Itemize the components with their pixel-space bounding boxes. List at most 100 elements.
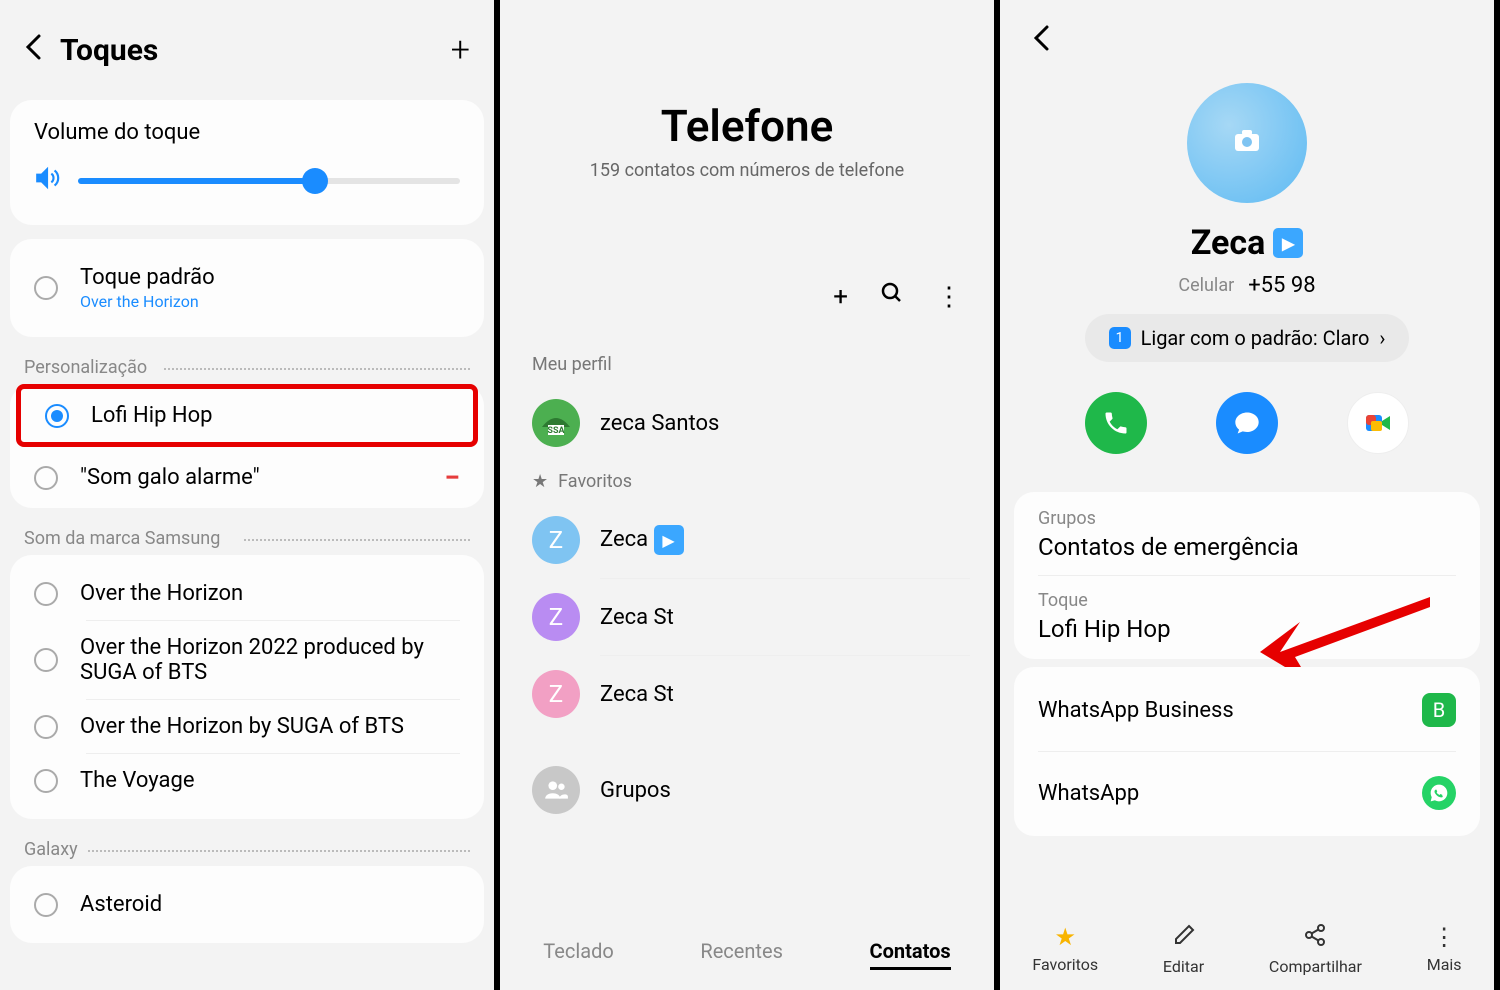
remove-icon[interactable]: −	[444, 461, 460, 494]
tab-favorites[interactable]: ★ Favoritos	[1032, 923, 1098, 976]
add-icon[interactable]: +	[451, 30, 470, 70]
contact-avatar[interactable]	[1187, 83, 1307, 203]
contact-bottom-tabs: ★ Favoritos Editar Compartilhar ⋮ Mais	[1000, 909, 1494, 990]
video-call-button[interactable]	[1347, 392, 1409, 454]
radio-unchecked[interactable]	[34, 648, 58, 672]
radio-unchecked[interactable]	[34, 715, 58, 739]
chevron-right-icon: ›	[1379, 326, 1385, 350]
groups-label: Grupos	[1038, 508, 1456, 529]
groups-value[interactable]: Contatos de emergência	[1038, 533, 1456, 561]
profile-row[interactable]: SSA zeca Santos	[524, 385, 970, 461]
phone-number: +55 98	[1248, 273, 1315, 298]
ringtone-label: Over the Horizon by SUGA of BTS	[80, 714, 404, 739]
volume-icon	[34, 165, 60, 197]
section-galaxy: Galaxy	[0, 833, 494, 866]
volume-card: Volume do toque	[10, 100, 484, 225]
back-icon[interactable]	[24, 33, 42, 68]
favorite-row[interactable]: Z Zeca St	[524, 656, 970, 732]
tab-keyboard[interactable]: Teclado	[543, 939, 613, 970]
lofi-ringtone-item[interactable]: Lofi Hip Hop	[21, 389, 473, 442]
section-favorites: ★ Favoritos	[532, 471, 962, 492]
camera-icon	[1233, 129, 1261, 158]
groups-icon	[532, 766, 580, 814]
radio-unchecked[interactable]	[34, 582, 58, 606]
ringtone-item[interactable]: Over the Horizon	[10, 567, 484, 620]
section-my-profile: Meu perfil	[532, 354, 962, 375]
phone-subtitle: 159 contatos com números de telefone	[524, 160, 970, 181]
favorite-row[interactable]: Z Zeca ▶	[524, 502, 970, 578]
ringtone-label: Asteroid	[80, 892, 162, 917]
tab-contacts[interactable]: Contatos	[870, 939, 951, 970]
message-button[interactable]	[1216, 392, 1278, 454]
ringtone-card-default: Toque padrão Over the Horizon	[10, 239, 484, 337]
contact-name: zeca Santos	[600, 411, 719, 436]
ringtone-label: Lofi Hip Hop	[91, 403, 213, 428]
whatsapp-business-icon: B	[1422, 693, 1456, 727]
contact-name: Zeca ▶	[600, 525, 684, 555]
favorite-row[interactable]: Z Zeca St	[524, 579, 970, 655]
radio-unchecked[interactable]	[34, 276, 58, 300]
tone-value[interactable]: Lofi Hip Hop	[1038, 615, 1456, 643]
search-icon[interactable]	[880, 281, 904, 312]
tab-more[interactable]: ⋮ Mais	[1427, 923, 1462, 976]
ringtone-item[interactable]: The Voyage	[10, 754, 484, 807]
phone-title: Telefone	[524, 100, 970, 152]
tone-label: Toque	[1038, 590, 1456, 611]
ringtones-panel: Toques + Volume do toque Toque padrão Ov…	[0, 0, 500, 990]
play-badge-icon: ▶	[654, 525, 684, 555]
more-icon: ⋮	[1432, 923, 1456, 951]
highlight-annotation: Lofi Hip Hop	[16, 384, 478, 447]
tab-share[interactable]: Compartilhar	[1269, 923, 1362, 976]
radio-unchecked[interactable]	[34, 769, 58, 793]
tab-recent[interactable]: Recentes	[700, 939, 783, 970]
whatsapp-row[interactable]: WhatsApp	[1038, 766, 1456, 820]
star-icon: ★	[1054, 923, 1076, 951]
call-button[interactable]	[1085, 392, 1147, 454]
contact-info-card: Grupos Contatos de emergência Toque Lofi…	[1014, 492, 1480, 659]
play-badge-icon: ▶	[1273, 228, 1303, 258]
star-icon: ★	[532, 471, 548, 492]
ringtone-label: The Voyage	[80, 768, 195, 793]
phone-type-label: Celular	[1178, 275, 1234, 296]
contact-name: Zeca ▶	[1191, 223, 1304, 263]
radio-checked[interactable]	[45, 404, 69, 428]
pencil-icon	[1172, 923, 1196, 953]
volume-slider[interactable]	[78, 178, 460, 184]
bottom-tabs: Teclado Recentes Contatos	[500, 919, 994, 990]
ringtone-sub: Over the Horizon	[80, 292, 215, 311]
ringtone-label: "Som galo alarme"	[80, 465, 260, 490]
whatsapp-icon	[1422, 776, 1456, 810]
radio-unchecked[interactable]	[34, 893, 58, 917]
groups-label: Grupos	[600, 778, 671, 803]
contact-avatar: Z	[532, 670, 580, 718]
phone-panel: Telefone 159 contatos com números de tel…	[500, 0, 1000, 990]
ringtone-item[interactable]: Over the Horizon 2022 produced by SUGA o…	[10, 621, 484, 699]
add-contact-icon[interactable]: +	[833, 282, 848, 312]
share-icon	[1303, 923, 1327, 953]
back-icon[interactable]	[1000, 0, 1494, 83]
ringtone-item[interactable]: Asteroid	[10, 878, 484, 931]
radio-unchecked[interactable]	[34, 466, 58, 490]
page-title: Toques	[60, 33, 158, 68]
ringtone-label: Toque padrão	[80, 265, 215, 290]
tab-edit[interactable]: Editar	[1163, 923, 1204, 976]
ringtone-item[interactable]: Over the Horizon by SUGA of BTS	[10, 700, 484, 753]
contact-detail-panel: Zeca ▶ Celular +55 98 1 Ligar com o padr…	[1000, 0, 1500, 990]
section-personalization: Personalização	[0, 351, 494, 384]
section-samsung: Som da marca Samsung	[0, 522, 494, 555]
galo-ringtone-item[interactable]: "Som galo alarme" −	[10, 447, 484, 508]
default-ringtone-item[interactable]: Toque padrão Over the Horizon	[10, 251, 484, 325]
volume-label: Volume do toque	[34, 120, 460, 145]
more-icon[interactable]: ⋮	[936, 282, 962, 312]
ringtone-card-samsung: Over the Horizon Over the Horizon 2022 p…	[10, 555, 484, 819]
contact-avatar: Z	[532, 593, 580, 641]
call-default-chip[interactable]: 1 Ligar com o padrão: Claro ›	[1085, 314, 1410, 362]
whatsapp-business-row[interactable]: WhatsApp Business B	[1038, 683, 1456, 737]
groups-row[interactable]: Grupos	[524, 752, 970, 828]
ringtone-card-personalization: Lofi Hip Hop "Som galo alarme" −	[10, 384, 484, 508]
sim-badge-icon: 1	[1109, 327, 1131, 349]
profile-avatar: SSA	[532, 399, 580, 447]
ringtone-label: Over the Horizon 2022 produced by SUGA o…	[80, 635, 460, 685]
svg-text:SSA: SSA	[547, 426, 565, 436]
ringtone-card-galaxy: Asteroid	[10, 866, 484, 943]
